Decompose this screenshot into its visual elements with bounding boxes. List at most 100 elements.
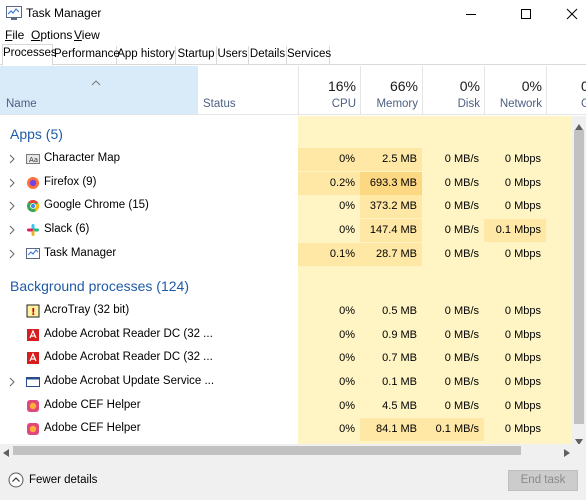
menu-view[interactable]: View	[74, 28, 100, 42]
horizontal-scroll-thumb[interactable]	[13, 446, 521, 455]
process-list: Apps (5) Aa Character Map 0% 2.5 MB 0 MB…	[0, 116, 572, 444]
cpu-cell: 0.2%	[298, 172, 360, 195]
network-cell: 0 Mbps	[504, 423, 541, 435]
tab-processes[interactable]: Processes	[2, 44, 57, 66]
process-name: Google Chrome (15)	[44, 199, 149, 211]
chevron-up-circle-icon[interactable]	[8, 472, 24, 488]
table-row[interactable]: Adobe Acrobat Update Service ... 0% 0.1 …	[0, 371, 572, 394]
memory-column-header[interactable]: 66% Memory	[360, 66, 422, 114]
disk-label: Disk	[457, 98, 480, 110]
process-name: Character Map	[44, 152, 121, 164]
tab-strip: Processes Performance App history Startu…	[0, 44, 586, 66]
table-row[interactable]: Google Chrome (15) 0% 373.2 MB 0 MB/s 0 …	[0, 195, 572, 218]
minimize-button[interactable]	[448, 0, 494, 28]
memory-cell: 0.5 MB	[382, 305, 417, 317]
adobe-cef-icon	[26, 422, 40, 436]
vertical-scroll-thumb[interactable]	[574, 130, 584, 424]
name-column-label: Name	[6, 98, 37, 110]
svg-text:Aa: Aa	[29, 156, 38, 164]
table-row[interactable]: Aa Character Map 0% 2.5 MB 0 MB/s 0 Mbps	[0, 148, 572, 171]
disk-cell: 0.1 MB/s	[422, 418, 484, 441]
adobe-cef-icon	[26, 399, 40, 413]
disk-cell: 0 MB/s	[444, 177, 479, 189]
chevron-right-icon[interactable]	[8, 224, 16, 238]
cpu-cell: 0.1%	[298, 243, 360, 266]
process-name: Slack (6)	[44, 223, 90, 235]
svg-text:!: !	[31, 307, 36, 318]
tab-services[interactable]: Services	[287, 46, 331, 65]
table-row[interactable]: Adobe Acrobat Reader DC (32 ... 0% 0.7 M…	[0, 347, 572, 370]
maximize-button[interactable]	[503, 0, 549, 28]
character-map-icon: Aa	[26, 152, 40, 166]
network-cell: 0 Mbps	[504, 329, 541, 341]
gpu-column-header[interactable]: 0 G	[546, 66, 586, 114]
network-cell: 0 Mbps	[504, 177, 541, 189]
disk-cell: 0 MB/s	[444, 224, 479, 236]
network-cell: 0 Mbps	[504, 376, 541, 388]
column-header: Name Status 16% CPU 66% Memory 0% Disk 0…	[0, 66, 586, 115]
disk-column-header[interactable]: 0% Disk	[422, 66, 484, 114]
tab-startup[interactable]: Startup	[176, 46, 217, 65]
chevron-right-icon[interactable]	[8, 200, 16, 214]
process-name: Adobe Acrobat Reader DC (32 ...	[44, 351, 213, 363]
disk-cell: 0 MB/s	[444, 352, 479, 364]
menu-options[interactable]: Options	[31, 28, 72, 42]
tab-performance[interactable]: Performance	[54, 46, 120, 65]
table-row[interactable]: Slack (6) 0% 147.4 MB 0 MB/s 0.1 Mbps	[0, 219, 572, 242]
footer: Fewer details End task	[0, 457, 586, 500]
chevron-right-icon[interactable]	[8, 376, 16, 390]
menu-file[interactable]: File	[5, 28, 24, 42]
table-row[interactable]: ! AcroTray (32 bit) 0% 0.5 MB 0 MB/s 0 M…	[0, 300, 572, 323]
name-column-header[interactable]: Name	[0, 66, 198, 114]
cpu-cell: 0%	[298, 148, 360, 171]
memory-cell: 0.7 MB	[382, 352, 417, 364]
apps-group-label: Apps (5)	[10, 126, 63, 142]
fewer-details-link[interactable]: Fewer details	[29, 474, 97, 486]
disk-cell: 0 MB/s	[444, 400, 479, 412]
group-header-apps[interactable]: Apps (5)	[0, 120, 572, 150]
chevron-right-icon[interactable]	[8, 177, 16, 191]
disk-cell: 0 MB/s	[444, 376, 479, 388]
cpu-cell: 0%	[339, 224, 355, 236]
horizontal-scrollbar[interactable]	[0, 444, 586, 457]
memory-cell: 373.2 MB	[360, 195, 422, 218]
network-cell: 0.1 Mbps	[484, 219, 546, 242]
process-name: Firefox (9)	[44, 176, 97, 188]
chrome-icon	[26, 199, 40, 213]
title-bar: Task Manager	[0, 0, 586, 28]
cpu-column-header[interactable]: 16% CPU	[298, 66, 360, 114]
task-manager-icon	[26, 247, 40, 261]
disk-total: 0%	[459, 78, 480, 94]
table-row[interactable]: Firefox (9) 0.2% 693.3 MB 0 MB/s 0 Mbps	[0, 172, 572, 195]
memory-cell: 0.1 MB	[382, 376, 417, 388]
chevron-right-icon[interactable]	[8, 153, 16, 167]
tab-app-history[interactable]: App history	[117, 46, 176, 65]
tab-users[interactable]: Users	[217, 46, 249, 65]
table-row[interactable]: Task Manager 0.1% 28.7 MB 0 MB/s 0 Mbps	[0, 243, 572, 266]
tab-details[interactable]: Details	[249, 46, 287, 65]
window-title: Task Manager	[26, 6, 102, 20]
vertical-scrollbar[interactable]	[572, 116, 586, 445]
group-header-background[interactable]: Background processes (124)	[0, 268, 572, 300]
close-button[interactable]	[549, 0, 586, 28]
disk-cell: 0 MB/s	[444, 248, 479, 260]
table-row[interactable]: Adobe CEF Helper 0% 84.1 MB 0.1 MB/s 0 M…	[0, 418, 572, 441]
table-row[interactable]: Adobe CEF Helper 0% 4.5 MB 0 MB/s 0 Mbps	[0, 395, 572, 418]
cpu-cell: 0%	[339, 200, 355, 212]
slack-icon	[26, 223, 40, 237]
gpu-label: G	[581, 98, 586, 110]
status-column-header[interactable]: Status	[203, 98, 236, 110]
memory-cell: 4.5 MB	[382, 400, 417, 412]
memory-cell: 0.9 MB	[382, 329, 417, 341]
disk-cell: 0 MB/s	[444, 153, 479, 165]
memory-total: 66%	[389, 78, 418, 94]
network-column-header[interactable]: 0% Network	[484, 66, 546, 114]
network-cell: 0 Mbps	[504, 200, 541, 212]
chevron-right-icon[interactable]	[8, 248, 16, 262]
disk-cell: 0 MB/s	[444, 305, 479, 317]
end-task-button[interactable]: End task	[508, 470, 578, 491]
network-cell: 0 Mbps	[504, 153, 541, 165]
cpu-cell: 0%	[339, 400, 355, 412]
table-row[interactable]: Adobe Acrobat Reader DC (32 ... 0% 0.9 M…	[0, 324, 572, 347]
process-name: Adobe CEF Helper	[44, 399, 141, 411]
